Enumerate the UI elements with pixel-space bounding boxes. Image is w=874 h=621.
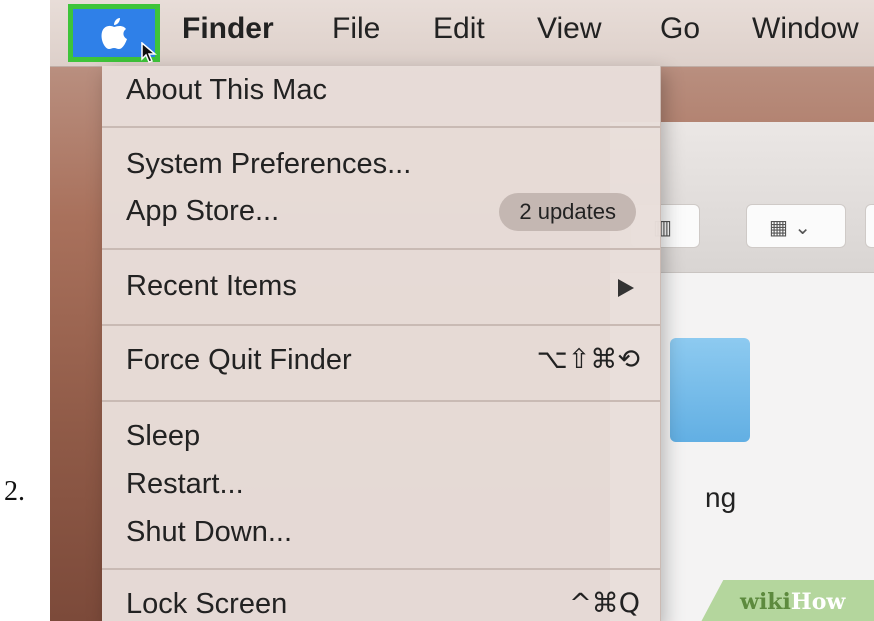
menu-item-label: Lock Screen — [126, 588, 288, 620]
menu-item-about-this-mac[interactable]: About This Mac — [102, 72, 660, 110]
menu-item-sleep[interactable]: Sleep — [102, 418, 660, 456]
menu-go[interactable]: Go — [660, 12, 700, 46]
menu-item-label: Recent Items — [126, 270, 297, 302]
menu-file[interactable]: File — [332, 12, 380, 46]
menu-item-shut-down[interactable]: Shut Down... — [102, 514, 660, 552]
menu-separator — [102, 568, 660, 570]
menu-window[interactable]: Window — [752, 12, 859, 46]
folder-icon[interactable] — [670, 338, 750, 442]
wikihow-watermark: wikiHow — [740, 589, 845, 615]
force-quit-shortcut: ⌥⇧⌘⟲ — [536, 344, 640, 375]
menu-item-restart[interactable]: Restart... — [102, 466, 660, 504]
lock-screen-shortcut: ^⌘Q — [569, 588, 640, 619]
step-number: 2. — [4, 476, 25, 507]
arrange-button[interactable]: ▦ ⌄ — [746, 204, 846, 248]
menu-bar: Finder File Edit View Go Window — [50, 0, 874, 67]
submenu-arrow-icon — [618, 279, 634, 297]
menu-separator — [102, 126, 660, 128]
menu-view[interactable]: View — [537, 12, 601, 46]
menu-item-force-quit[interactable]: Force Quit Finder ⌥⇧⌘⟲ — [102, 342, 660, 380]
menu-separator — [102, 248, 660, 250]
menu-item-label: System Preferences... — [126, 148, 412, 180]
watermark-part2: How — [790, 589, 846, 615]
menu-item-system-preferences[interactable]: System Preferences... — [102, 146, 660, 184]
menu-item-app-store[interactable]: App Store... 2 updates — [102, 193, 660, 231]
apple-menu-button[interactable] — [68, 4, 160, 63]
menu-edit[interactable]: Edit — [433, 12, 485, 46]
mac-screen: Finder File Edit View Go Window ▥ ▦ ⌄ ng… — [50, 0, 874, 621]
menu-item-recent-items[interactable]: Recent Items — [102, 268, 660, 306]
finder-item-label: ng — [705, 482, 737, 513]
grid-dropdown-icon: ▦ ⌄ — [769, 215, 812, 239]
mouse-pointer-icon — [141, 42, 157, 63]
menu-item-label: Shut Down... — [126, 516, 293, 548]
menu-item-label: App Store... — [126, 195, 280, 227]
menu-item-label: About This Mac — [126, 74, 327, 106]
toolbar-more-button[interactable] — [865, 204, 874, 248]
watermark-part1: wiki — [740, 589, 791, 615]
menu-finder[interactable]: Finder — [182, 12, 274, 46]
menu-separator — [102, 324, 660, 326]
menu-item-label: Force Quit Finder — [126, 344, 352, 376]
menu-item-label: Restart... — [126, 468, 244, 500]
menu-item-label: Sleep — [126, 420, 201, 452]
apple-dropdown-menu: About This Mac System Preferences... App… — [102, 66, 661, 621]
menu-separator — [102, 400, 660, 402]
menu-item-lock-screen[interactable]: Lock Screen ^⌘Q — [102, 586, 660, 621]
updates-badge: 2 updates — [499, 193, 636, 231]
apple-logo-icon — [101, 18, 127, 49]
